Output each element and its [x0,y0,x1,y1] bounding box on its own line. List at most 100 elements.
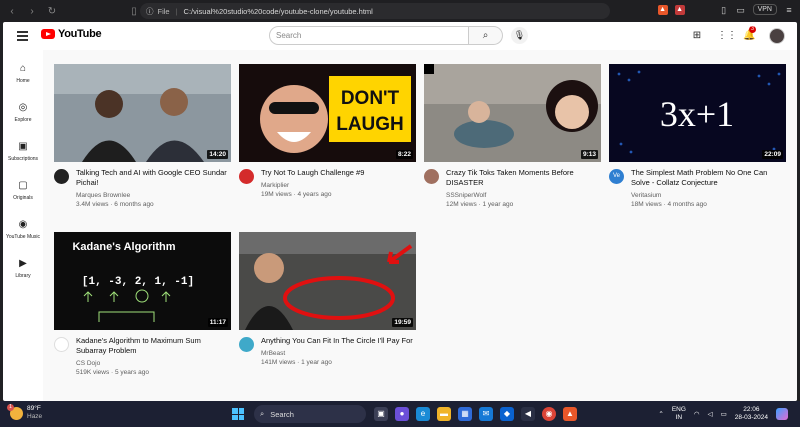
microphone-icon[interactable]: 🎙 [511,27,528,44]
mail-icon[interactable]: ✉ [479,407,493,421]
sidebar-item-home[interactable]: ⌂ Home [3,54,43,93]
file-label: File [157,6,170,16]
url-text: C:/visual%20studio%20code/youtube-clone/… [183,6,373,16]
video-stats: 141M views · 1 year ago [261,359,332,366]
user-avatar[interactable] [769,28,785,44]
video-thumbnail[interactable]: 3x+1 22:09 [609,64,786,162]
channel-name[interactable]: MrBeast [261,350,413,357]
task-view-icon[interactable]: ▣ [374,407,388,421]
store-icon[interactable]: ▦ [458,407,472,421]
video-thumbnail[interactable]: DON'T LAUGH 8:22 [239,64,416,162]
sidebar-item-label: Subscriptions [7,156,38,162]
video-stats: 18M views · 4 months ago [631,201,707,208]
video-stats: 3.4M views · 6 months ago [76,201,154,208]
thumbnail-formula: 3x+1 [660,94,734,134]
subscriptions-icon: ▣ [18,141,28,152]
thumbnail-image: DON'T LAUGH [239,64,416,162]
thumbnail-text-laugh: LAUGH [336,114,404,135]
video-title[interactable]: Try Not To Laugh Challenge #9 [261,168,413,178]
back-icon[interactable]: ‹ [4,3,20,19]
tray-chevron-icon[interactable]: ⌃ [658,410,663,418]
video-title[interactable]: The Simplest Math Problem No One Can Sol… [631,168,783,188]
hamburger-icon[interactable] [17,31,28,43]
teams-icon[interactable]: ● [395,407,409,421]
edge-icon[interactable]: e [416,407,430,421]
taskbar: 1 89°F Haze ⌕ Search ▣ ● e ▬ ▦ ✉ ◆ ◀ ◉ ▲… [0,401,800,427]
volume-icon[interactable]: ◁ [708,410,713,418]
youtube-logo[interactable]: YouTube [41,28,102,40]
search-icon: ⌕ [482,30,489,41]
thumbnail-array: [1, -3, 2, 1, -1] [82,276,194,288]
video-title[interactable]: Crazy Tik Toks Taken Moments Before DISA… [446,168,598,188]
video-title[interactable]: Kadane's Algorithm to Maximum Sum Subarr… [76,336,228,356]
channel-avatar[interactable]: Ve [609,169,624,184]
search-placeholder: Search [276,31,302,40]
weather-temp: 89°F [27,405,41,412]
video-thumbnail[interactable]: 14:20 [54,64,231,162]
vscode-icon[interactable]: ◀ [521,407,535,421]
language-indicator[interactable]: ENG IN [672,406,686,422]
compass-icon: ◎ [18,102,28,113]
channel-avatar[interactable] [54,337,69,352]
video-thumbnail[interactable]: 9:13 [424,64,601,162]
notifications-bell-icon[interactable]: 🔔 3 [743,26,756,42]
brave-shield-icon[interactable]: ▲ [657,4,668,15]
channel-avatar[interactable] [424,169,439,184]
video-thumbnail[interactable]: 19:59 [239,232,416,330]
address-bar[interactable]: ⓘ File | C:/visual%20studio%20code/youtu… [140,3,610,19]
chrome-icon[interactable]: ◉ [542,407,556,421]
dropbox-icon[interactable]: ◆ [500,407,514,421]
extension-icon[interactable]: ▲ [674,4,685,15]
channel-name[interactable]: Veritasium [631,192,783,199]
search-icon: ⌕ [260,409,265,418]
search-button[interactable]: ⌕ [469,26,503,45]
sidebar-item-subscriptions[interactable]: ▣ Subscriptions [3,132,43,171]
reload-icon[interactable]: ↻ [44,3,60,19]
video-card[interactable]: 14:20 Talking Tech and AI with Google CE… [54,64,231,208]
sidebar-item-label: Originals [13,195,33,201]
create-video-icon[interactable]: ⊞ [691,30,703,42]
file-explorer-icon[interactable]: ▬ [437,407,451,421]
video-thumbnail[interactable]: Kadane's Algorithm [1, -3, 2, 1, -1] 11:… [54,232,231,330]
video-title[interactable]: Talking Tech and AI with Google CEO Sund… [76,168,228,188]
sidebar-item-youtube-music[interactable]: ◉ YouTube Music [3,210,43,249]
battery-icon[interactable]: ▭ [721,410,727,418]
vpn-button[interactable]: VPN [752,4,777,15]
sidebar-item-originals[interactable]: ▢ Originals [3,171,43,210]
windows-start-icon[interactable] [232,408,244,420]
channel-name[interactable]: Marques Brownlee [76,192,228,199]
sidebar-item-label: YouTube Music [5,234,41,240]
vpn-label: VPN [757,6,772,13]
video-card[interactable]: DON'T LAUGH 8:22 Try Not To Laugh Challe… [239,64,416,198]
channel-avatar[interactable] [239,337,254,352]
copilot-icon[interactable] [776,408,788,420]
video-stats: 12M views · 1 year ago [446,201,514,208]
taskbar-search[interactable]: ⌕ Search [254,405,366,423]
brave-icon[interactable]: ▲ [563,407,577,421]
weather-widget[interactable]: 1 89°F Haze [7,403,42,421]
video-card[interactable]: 19:59 Anything You Can Fit In The Circle… [239,232,416,366]
sidebar-item-explore[interactable]: ◎ Explore [3,93,43,132]
wifi-icon[interactable]: ◠ [694,410,700,418]
clock-date: 28-03-2024 [734,414,768,421]
address-separator: | [175,6,178,16]
channel-avatar[interactable] [239,169,254,184]
channel-avatar[interactable] [54,169,69,184]
video-title[interactable]: Anything You Can Fit In The Circle I'll … [261,336,413,346]
video-card[interactable]: 3x+1 22:09 Ve The Simplest Math Problem … [609,64,786,208]
menu-icon[interactable]: ≡ [784,5,794,15]
clock[interactable]: 22:06 28-03-2024 [735,406,768,422]
video-card[interactable]: 9:13 Crazy Tik Toks Taken Moments Before… [424,64,601,208]
channel-name[interactable]: CS Dojo [76,360,228,367]
search-input[interactable]: Search [269,26,469,45]
channel-name[interactable]: Markiplier [261,182,413,189]
apps-grid-icon[interactable]: ⋮⋮ [717,30,737,42]
forward-icon[interactable]: › [24,3,40,19]
notification-badge: 3 [749,26,756,33]
video-card[interactable]: Kadane's Algorithm [1, -3, 2, 1, -1] 11:… [54,232,231,376]
sidebar-toggle-icon[interactable]: ▯ [719,5,729,15]
wallet-icon[interactable]: ▭ [736,5,746,15]
sidebar-item-library[interactable]: ▶ Library [3,249,43,288]
sidebar-item-label: Home [16,78,30,84]
channel-name[interactable]: SSSniperWolf [446,192,598,199]
